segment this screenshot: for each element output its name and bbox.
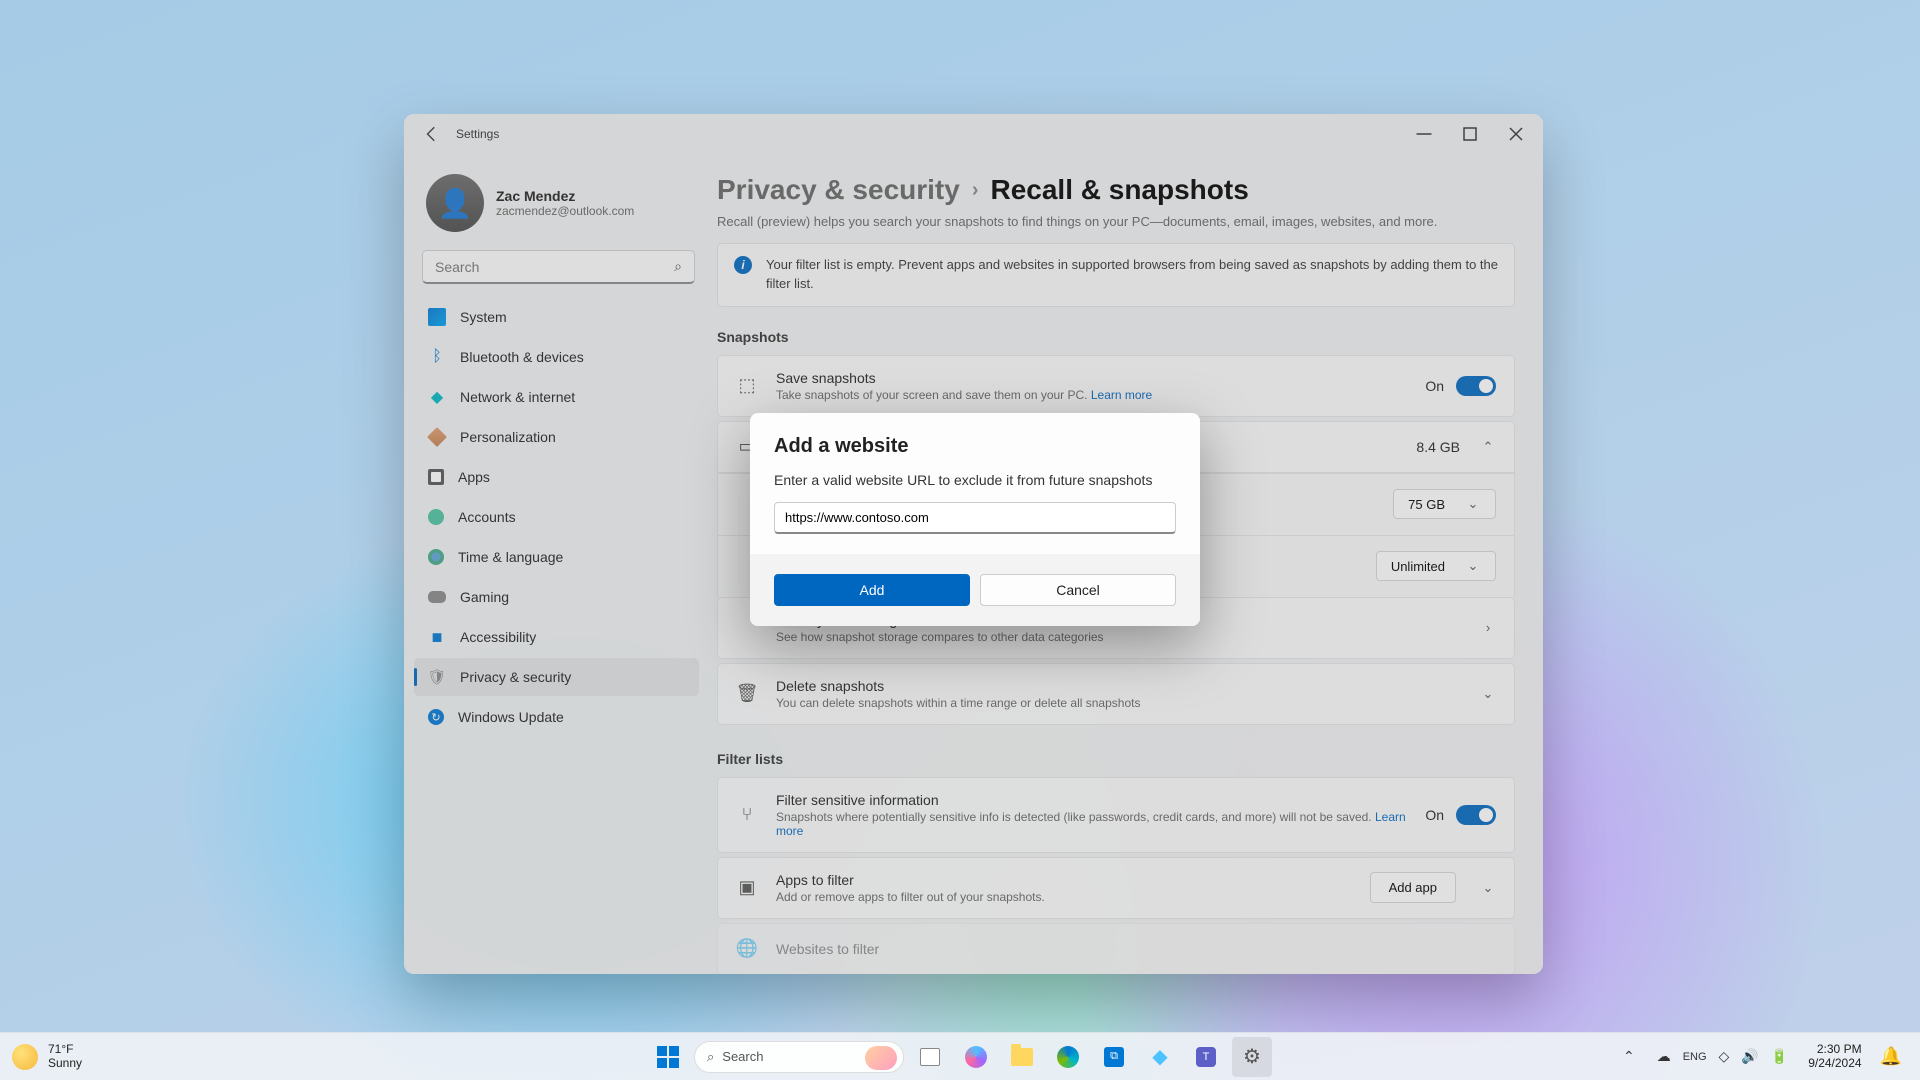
sun-icon	[12, 1044, 38, 1070]
tray-expand[interactable]: ⌃	[1615, 1048, 1643, 1065]
search-placeholder: Search	[722, 1049, 763, 1064]
clock[interactable]: 2:30 PM 9/24/2024	[1802, 1043, 1867, 1071]
add-website-dialog: Add a website Enter a valid website URL …	[750, 413, 1200, 626]
cancel-button[interactable]: Cancel	[980, 574, 1176, 606]
task-view-button[interactable]	[910, 1037, 950, 1077]
system-tray[interactable]: ☁ ENG ◇ 🔊 🔋	[1649, 1048, 1797, 1065]
taskbar: 71°F Sunny ⌕ Search ⧉ ◆ T ⚙ ⌃ ☁ ENG ◇ 🔊 🔋…	[0, 1032, 1920, 1080]
search-icon: ⌕	[707, 1049, 714, 1065]
taskbar-search[interactable]: ⌕ Search	[694, 1041, 904, 1073]
windows-icon	[657, 1046, 679, 1068]
notifications-button[interactable]: 🔔	[1874, 1046, 1908, 1067]
clock-date: 9/24/2024	[1808, 1057, 1861, 1071]
dialog-title: Add a website	[774, 435, 1176, 458]
clock-time: 2:30 PM	[1808, 1043, 1861, 1057]
weather-temp: 71°F	[48, 1043, 82, 1056]
diamond-icon: ◆	[1152, 1044, 1167, 1069]
settings-taskbar-button[interactable]: ⚙	[1232, 1037, 1272, 1077]
volume-icon: 🔊	[1741, 1048, 1758, 1065]
store-icon: ⧉	[1104, 1047, 1124, 1067]
gear-icon: ⚙	[1243, 1044, 1261, 1069]
edge-icon	[1057, 1046, 1079, 1068]
teams-button[interactable]: T	[1186, 1037, 1226, 1077]
edge-button[interactable]	[1048, 1037, 1088, 1077]
store-button[interactable]: ⧉	[1094, 1037, 1134, 1077]
chevron-up-icon: ⌃	[1623, 1048, 1635, 1065]
add-button[interactable]: Add	[774, 574, 970, 606]
copilot-button[interactable]	[956, 1037, 996, 1077]
teams-icon: T	[1196, 1047, 1216, 1067]
explorer-button[interactable]	[1002, 1037, 1042, 1077]
search-decoration-icon	[865, 1046, 897, 1070]
bell-icon: 🔔	[1880, 1046, 1902, 1066]
weather-cond: Sunny	[48, 1057, 82, 1070]
copilot-icon	[965, 1046, 987, 1068]
start-button[interactable]	[648, 1037, 688, 1077]
folder-icon	[1011, 1048, 1033, 1066]
task-view-icon	[920, 1048, 940, 1066]
wifi-icon: ◇	[1719, 1048, 1730, 1065]
weather-widget[interactable]: 71°F Sunny	[12, 1043, 82, 1069]
battery-icon: 🔋	[1771, 1048, 1788, 1065]
keyboard-icon: ENG	[1683, 1051, 1707, 1063]
website-url-input[interactable]	[774, 502, 1176, 534]
dialog-description: Enter a valid website URL to exclude it …	[774, 472, 1176, 488]
onedrive-icon: ☁	[1657, 1048, 1671, 1065]
app-button[interactable]: ◆	[1140, 1037, 1180, 1077]
